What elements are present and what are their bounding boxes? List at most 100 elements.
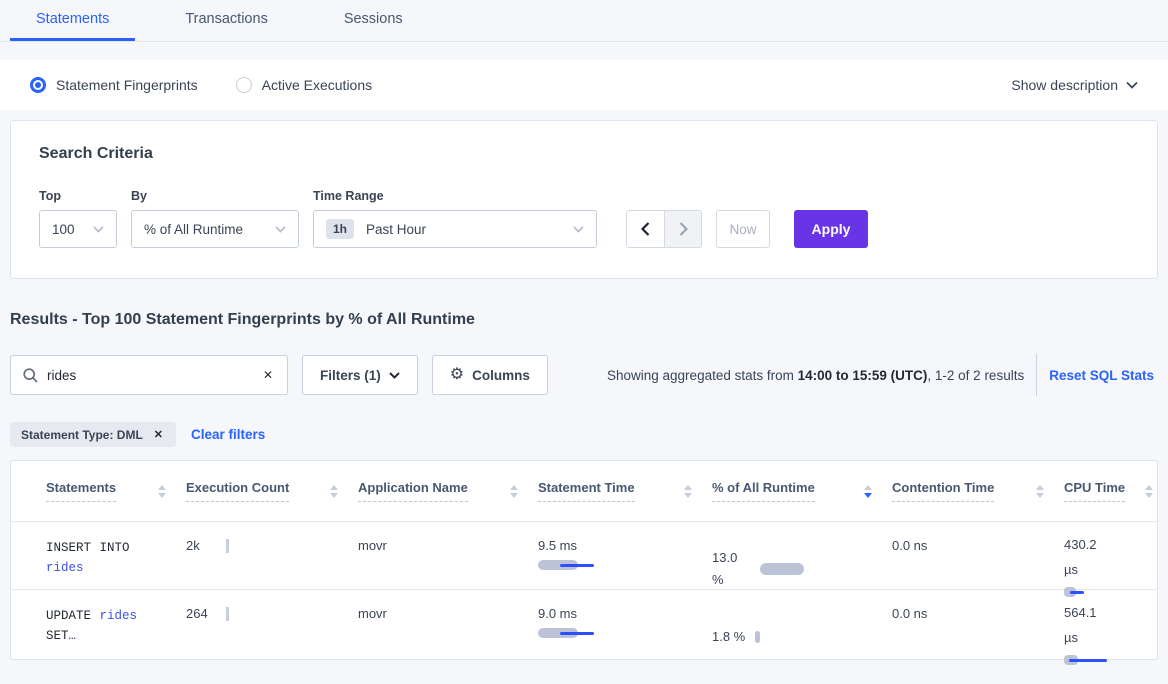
- time-range-badge: 1h: [326, 219, 354, 239]
- column-header-label[interactable]: % of All Runtime: [712, 480, 815, 502]
- column-header-label[interactable]: Statements: [46, 480, 116, 502]
- search-criteria-title: Search Criteria: [39, 145, 1129, 163]
- by-label: By: [131, 189, 299, 203]
- contention-time-cell: 0.0 ns: [892, 590, 1064, 667]
- execution-count-cell: 264: [186, 590, 358, 667]
- time-range-label: Time Range: [313, 189, 597, 203]
- view-toggle-bar: Statement Fingerprints Active Executions…: [0, 60, 1168, 110]
- runtime-pct-bar: [760, 563, 804, 575]
- aggregated-stats-note: Showing aggregated stats from 14:00 to 1…: [607, 368, 1024, 383]
- column-header-label[interactable]: Application Name: [358, 480, 468, 502]
- application-name-cell: movr: [358, 590, 538, 667]
- sort-icon[interactable]: [158, 485, 166, 498]
- chevron-down-icon: [93, 226, 104, 233]
- vertical-divider: [1036, 354, 1037, 396]
- runtime-pct-cell: 13.0 %: [712, 522, 892, 599]
- columns-button[interactable]: ⚙ Columns: [432, 355, 548, 395]
- filters-button[interactable]: Filters (1): [302, 355, 418, 395]
- column-header-label[interactable]: Statement Time: [538, 480, 635, 502]
- columns-button-label: Columns: [472, 368, 530, 383]
- gear-icon: ⚙: [450, 367, 464, 383]
- column-header-label[interactable]: Contention Time: [892, 480, 994, 502]
- sort-icon[interactable]: [1036, 485, 1044, 498]
- tab-statements[interactable]: Statements: [10, 1, 135, 41]
- apply-button[interactable]: Apply: [794, 210, 868, 248]
- statement-time-cell: 9.5 ms: [538, 522, 712, 599]
- statements-table: Statements Execution Count Application N…: [10, 460, 1158, 660]
- chevron-left-icon: [641, 222, 650, 236]
- radio-statement-fingerprints[interactable]: Statement Fingerprints: [30, 77, 198, 93]
- time-range-pager: [626, 210, 702, 248]
- cpu-time-bar: [1064, 587, 1124, 599]
- column-header-statements: Statements: [46, 480, 186, 502]
- now-button[interactable]: Now: [716, 210, 770, 248]
- statement-time-bar: [538, 628, 598, 640]
- table-row: INSERT INTO rides 2k movr 9.5 ms 13.0 % …: [11, 521, 1157, 589]
- filter-chip-label: Statement Type: DML: [21, 428, 143, 442]
- filter-chips-row: Statement Type: DML ✕ Clear filters: [10, 422, 1158, 447]
- statement-link[interactable]: rides: [100, 609, 138, 623]
- table-header-row: Statements Execution Count Application N…: [11, 461, 1157, 521]
- column-header-cpu-time: CPU Time: [1064, 480, 1159, 502]
- cpu-time-cell: 564.1 µs: [1064, 590, 1159, 667]
- contention-time-cell: 0.0 ns: [892, 522, 1064, 599]
- execution-count-bar: [226, 607, 229, 621]
- show-description-label: Show description: [1011, 77, 1118, 93]
- application-name-cell: movr: [358, 522, 538, 599]
- top-tab-bar: Statements Transactions Sessions: [0, 0, 1168, 42]
- statement-cell[interactable]: UPDATE rides SET…: [46, 590, 164, 667]
- radio-label: Statement Fingerprints: [56, 77, 198, 93]
- top-select[interactable]: 100: [39, 210, 117, 248]
- filters-button-label: Filters (1): [320, 368, 381, 383]
- reset-sql-stats-link[interactable]: Reset SQL Stats: [1049, 368, 1154, 383]
- column-header-label[interactable]: CPU Time: [1064, 480, 1125, 502]
- radio-label: Active Executions: [262, 77, 373, 93]
- chevron-right-icon: [679, 222, 688, 236]
- column-header-label[interactable]: Execution Count: [186, 480, 289, 502]
- statement-time-bar: [538, 560, 598, 572]
- radio-active-executions[interactable]: Active Executions: [236, 77, 373, 93]
- runtime-pct-cell: 1.8 %: [712, 590, 892, 667]
- column-header-contention-time: Contention Time: [892, 480, 1064, 502]
- search-criteria-panel: Search Criteria Top 100 By % of All Runt…: [10, 120, 1158, 279]
- filter-chip-statement-type[interactable]: Statement Type: DML ✕: [10, 422, 176, 447]
- top-select-value: 100: [52, 222, 75, 237]
- column-header-application-name: Application Name: [358, 480, 538, 502]
- remove-filter-icon[interactable]: ✕: [152, 426, 165, 443]
- clear-search-icon[interactable]: ✕: [261, 366, 275, 384]
- chevron-down-icon: [1126, 81, 1138, 89]
- chevron-down-icon: [573, 226, 584, 233]
- execution-count-cell: 2k: [186, 522, 358, 599]
- tab-sessions[interactable]: Sessions: [318, 1, 429, 41]
- results-toolbar: ✕ Filters (1) ⚙ Columns Showing aggregat…: [10, 354, 1158, 396]
- radio-unselected-icon: [236, 77, 252, 93]
- table-row: UPDATE rides SET… 264 movr 9.0 ms 1.8 % …: [11, 589, 1157, 659]
- previous-time-range-button[interactable]: [627, 211, 664, 247]
- next-time-range-button[interactable]: [664, 211, 701, 247]
- search-icon: [23, 368, 38, 383]
- by-select[interactable]: % of All Runtime: [131, 210, 299, 248]
- results-heading: Results - Top 100 Statement Fingerprints…: [10, 311, 1158, 329]
- sort-icon[interactable]: [510, 485, 518, 498]
- chevron-down-icon: [275, 226, 286, 233]
- sort-icon[interactable]: [330, 485, 338, 498]
- search-input[interactable]: [47, 368, 261, 383]
- sort-icon[interactable]: [684, 485, 692, 498]
- column-header-statement-time: Statement Time: [538, 480, 712, 502]
- sort-icon[interactable]: [1145, 485, 1153, 498]
- clear-filters-link[interactable]: Clear filters: [191, 427, 265, 442]
- time-range-select[interactable]: 1h Past Hour: [313, 210, 597, 248]
- statement-time-cell: 9.0 ms: [538, 590, 712, 667]
- sort-icon-active-desc[interactable]: [864, 485, 872, 498]
- stats-time-range: 14:00 to 15:59 (UTC): [798, 368, 928, 383]
- column-header-execution-count: Execution Count: [186, 480, 358, 502]
- tab-transactions[interactable]: Transactions: [159, 1, 293, 41]
- chevron-down-icon: [389, 372, 400, 379]
- search-box[interactable]: ✕: [10, 355, 288, 395]
- radio-selected-icon: [30, 77, 46, 93]
- statement-cell[interactable]: INSERT INTO rides: [46, 522, 164, 599]
- cpu-time-cell: 430.2 µs: [1064, 522, 1159, 599]
- execution-count-bar: [226, 539, 229, 553]
- show-description-toggle[interactable]: Show description: [1011, 77, 1138, 93]
- statement-link[interactable]: rides: [46, 561, 84, 575]
